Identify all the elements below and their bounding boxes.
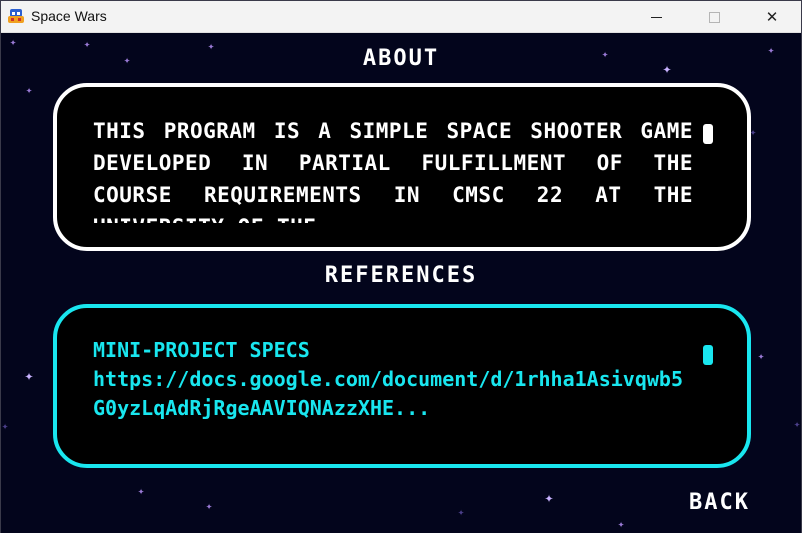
about-scroll-area[interactable]: THIS PROGRAM IS A SIMPLE SPACE SHOOTER G… [93,115,693,223]
about-text: THIS PROGRAM IS A SIMPLE SPACE SHOOTER G… [93,119,693,223]
maximize-button[interactable] [691,1,737,33]
app-window: Space Wars ✕ ✦ ✦ ✦ ✦ ✦ ✦ ✦ ✦ ✦ ✦ ✦ ✦ ✦ ✦… [0,0,802,533]
window-title: Space Wars [31,8,107,24]
reference-title: MINI-PROJECT SPECS [93,338,310,362]
minimize-button[interactable] [633,1,679,33]
star-icon: ✦ [457,505,465,519]
title-bar[interactable]: Space Wars ✕ [1,1,801,33]
star-icon: ✦ [544,488,554,507]
reference-link[interactable]: https://docs.google.com/document/d/1rhha… [93,365,693,423]
references-panel[interactable]: MINI-PROJECT SPECS https://docs.google.c… [53,304,751,468]
star-icon: ✦ [793,417,801,431]
references-scroll-area[interactable]: MINI-PROJECT SPECS https://docs.google.c… [93,336,693,446]
star-icon: ✦ [1,419,9,433]
star-icon: ✦ [24,366,34,385]
star-icon: ✦ [137,484,145,498]
about-panel[interactable]: THIS PROGRAM IS A SIMPLE SPACE SHOOTER G… [53,83,751,251]
close-icon: ✕ [765,8,779,26]
back-button[interactable]: BACK [689,490,750,515]
star-icon: ✦ [205,499,213,513]
star-icon: ✦ [617,517,625,531]
references-heading: REFERENCES [324,263,478,288]
star-icon: ✦ [25,83,33,97]
about-heading: ABOUT [362,46,440,71]
about-scrollbar-thumb[interactable] [703,124,713,144]
minimize-icon [650,16,662,18]
game-screen: ✦ ✦ ✦ ✦ ✦ ✦ ✦ ✦ ✦ ✦ ✦ ✦ ✦ ✦ ✦ ✦ ✦ ✦ ABOU… [1,34,801,533]
maximize-icon [708,11,720,23]
star-icon: ✦ [757,349,765,363]
app-icon [8,9,24,23]
references-scrollbar-thumb[interactable] [703,345,713,365]
close-button[interactable]: ✕ [749,1,795,33]
